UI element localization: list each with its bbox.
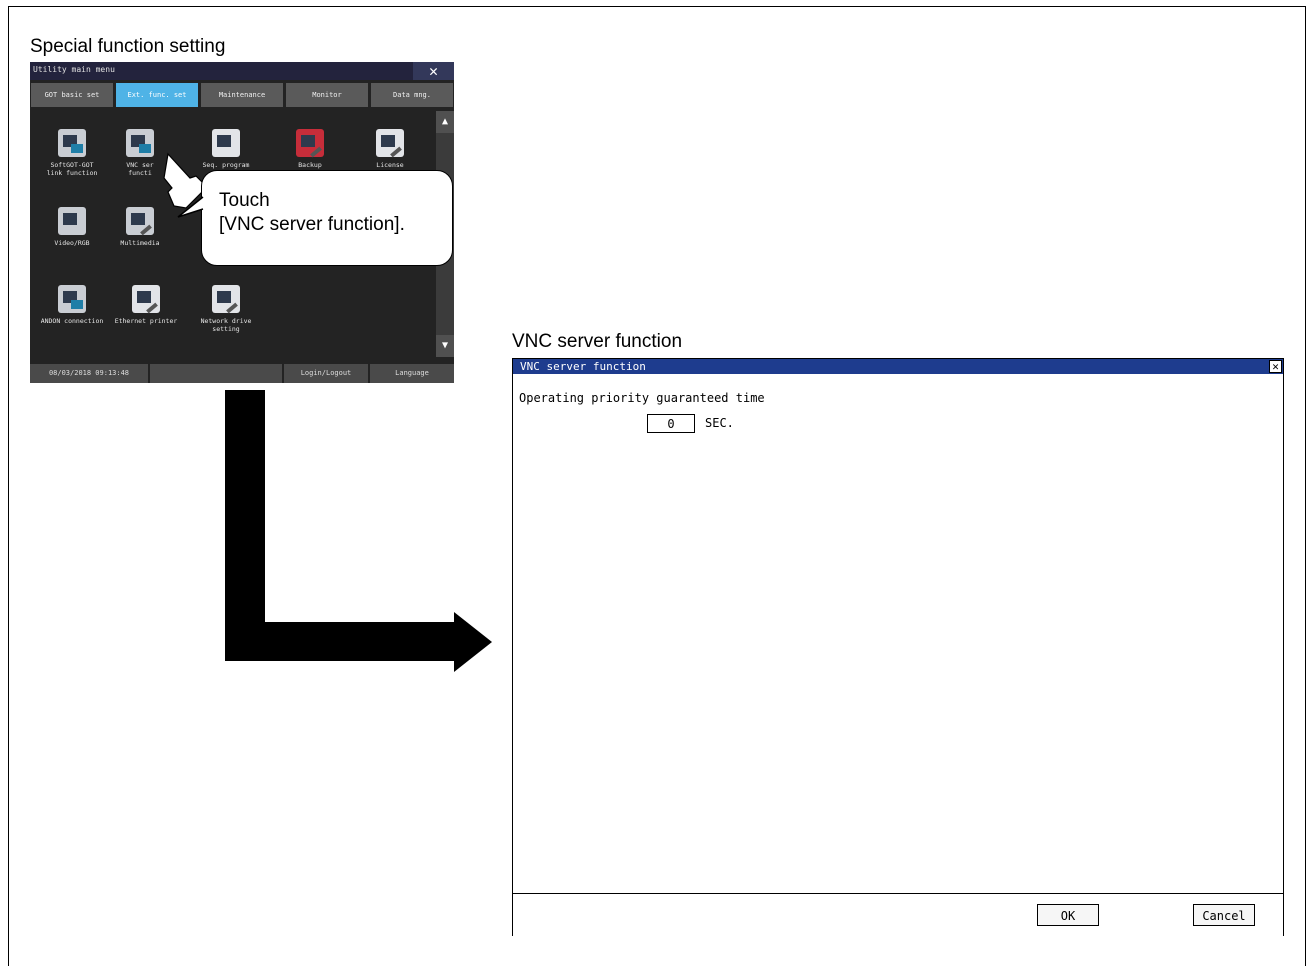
network-drive-setting-item[interactable]: Network drive setting (186, 285, 266, 333)
tab-data-mng[interactable]: Data mng. (371, 83, 453, 107)
cancel-button[interactable]: Cancel (1193, 904, 1255, 926)
priority-time-input[interactable]: 0 (647, 414, 695, 433)
special-function-title: Special function setting (30, 36, 226, 57)
login-logout-button[interactable]: Login/Logout (284, 364, 368, 383)
utility-tab-bar: GOT basic set Ext. func. set Maintenance… (30, 83, 454, 107)
vnc-title-bar: VNC server function ✕ (513, 359, 1283, 374)
utility-title-bar: Utility main menu (30, 62, 454, 80)
printer-icon (132, 285, 160, 313)
priority-time-label: Operating priority guaranteed time (519, 391, 765, 405)
vnc-dialog-title: VNC server function (520, 360, 646, 373)
tab-ext-func-set[interactable]: Ext. func. set (116, 83, 198, 107)
andon-connection-icon (58, 285, 86, 313)
flow-arrow-shaft-horizontal (225, 622, 455, 661)
tab-monitor[interactable]: Monitor (286, 83, 368, 107)
multimedia-icon (126, 207, 154, 235)
language-button[interactable]: Language (370, 364, 454, 383)
utility-close-button[interactable]: ✕ (413, 62, 454, 80)
video-rgb-icon (58, 207, 86, 235)
utility-title: Utility main menu (33, 65, 115, 74)
callout-line1: Touch (219, 190, 270, 211)
softgot-link-icon (58, 129, 86, 157)
vnc-section-title: VNC server function (512, 331, 683, 352)
tab-maintenance[interactable]: Maintenance (201, 83, 283, 107)
close-icon[interactable]: ✕ (1269, 360, 1282, 373)
button-divider (513, 893, 1283, 894)
callout-tail (177, 196, 204, 218)
scroll-down-icon[interactable]: ▼ (436, 335, 454, 357)
ok-button[interactable]: OK (1037, 904, 1099, 926)
license-item[interactable]: License (350, 129, 430, 169)
callout-line2: [VNC server function]. (219, 214, 405, 235)
utility-status-bar: 08/03/2018 09:13:48 Login/Logout Languag… (30, 364, 454, 383)
priority-time-unit: SEC. (705, 416, 734, 430)
vnc-server-icon (126, 129, 154, 157)
license-icon (376, 129, 404, 157)
status-datetime: 08/03/2018 09:13:48 (30, 364, 148, 383)
callout-text: Touch [VNC server function]. (219, 189, 405, 237)
backup-item[interactable]: Backup (270, 129, 350, 169)
tab-got-basic-set[interactable]: GOT basic set (31, 83, 113, 107)
andon-connection-item[interactable]: ANDON connection (32, 285, 112, 325)
ethernet-printer-item[interactable]: Ethernet printer (106, 285, 186, 325)
flow-arrow-shaft-vertical (225, 390, 265, 661)
status-spacer (150, 364, 282, 383)
vnc-server-dialog: VNC server function ✕ Operating priority… (512, 358, 1284, 936)
scroll-up-icon[interactable]: ▲ (436, 111, 454, 133)
network-drive-icon (212, 285, 240, 313)
flow-arrow-head-icon (454, 612, 492, 672)
backup-icon (296, 129, 324, 157)
